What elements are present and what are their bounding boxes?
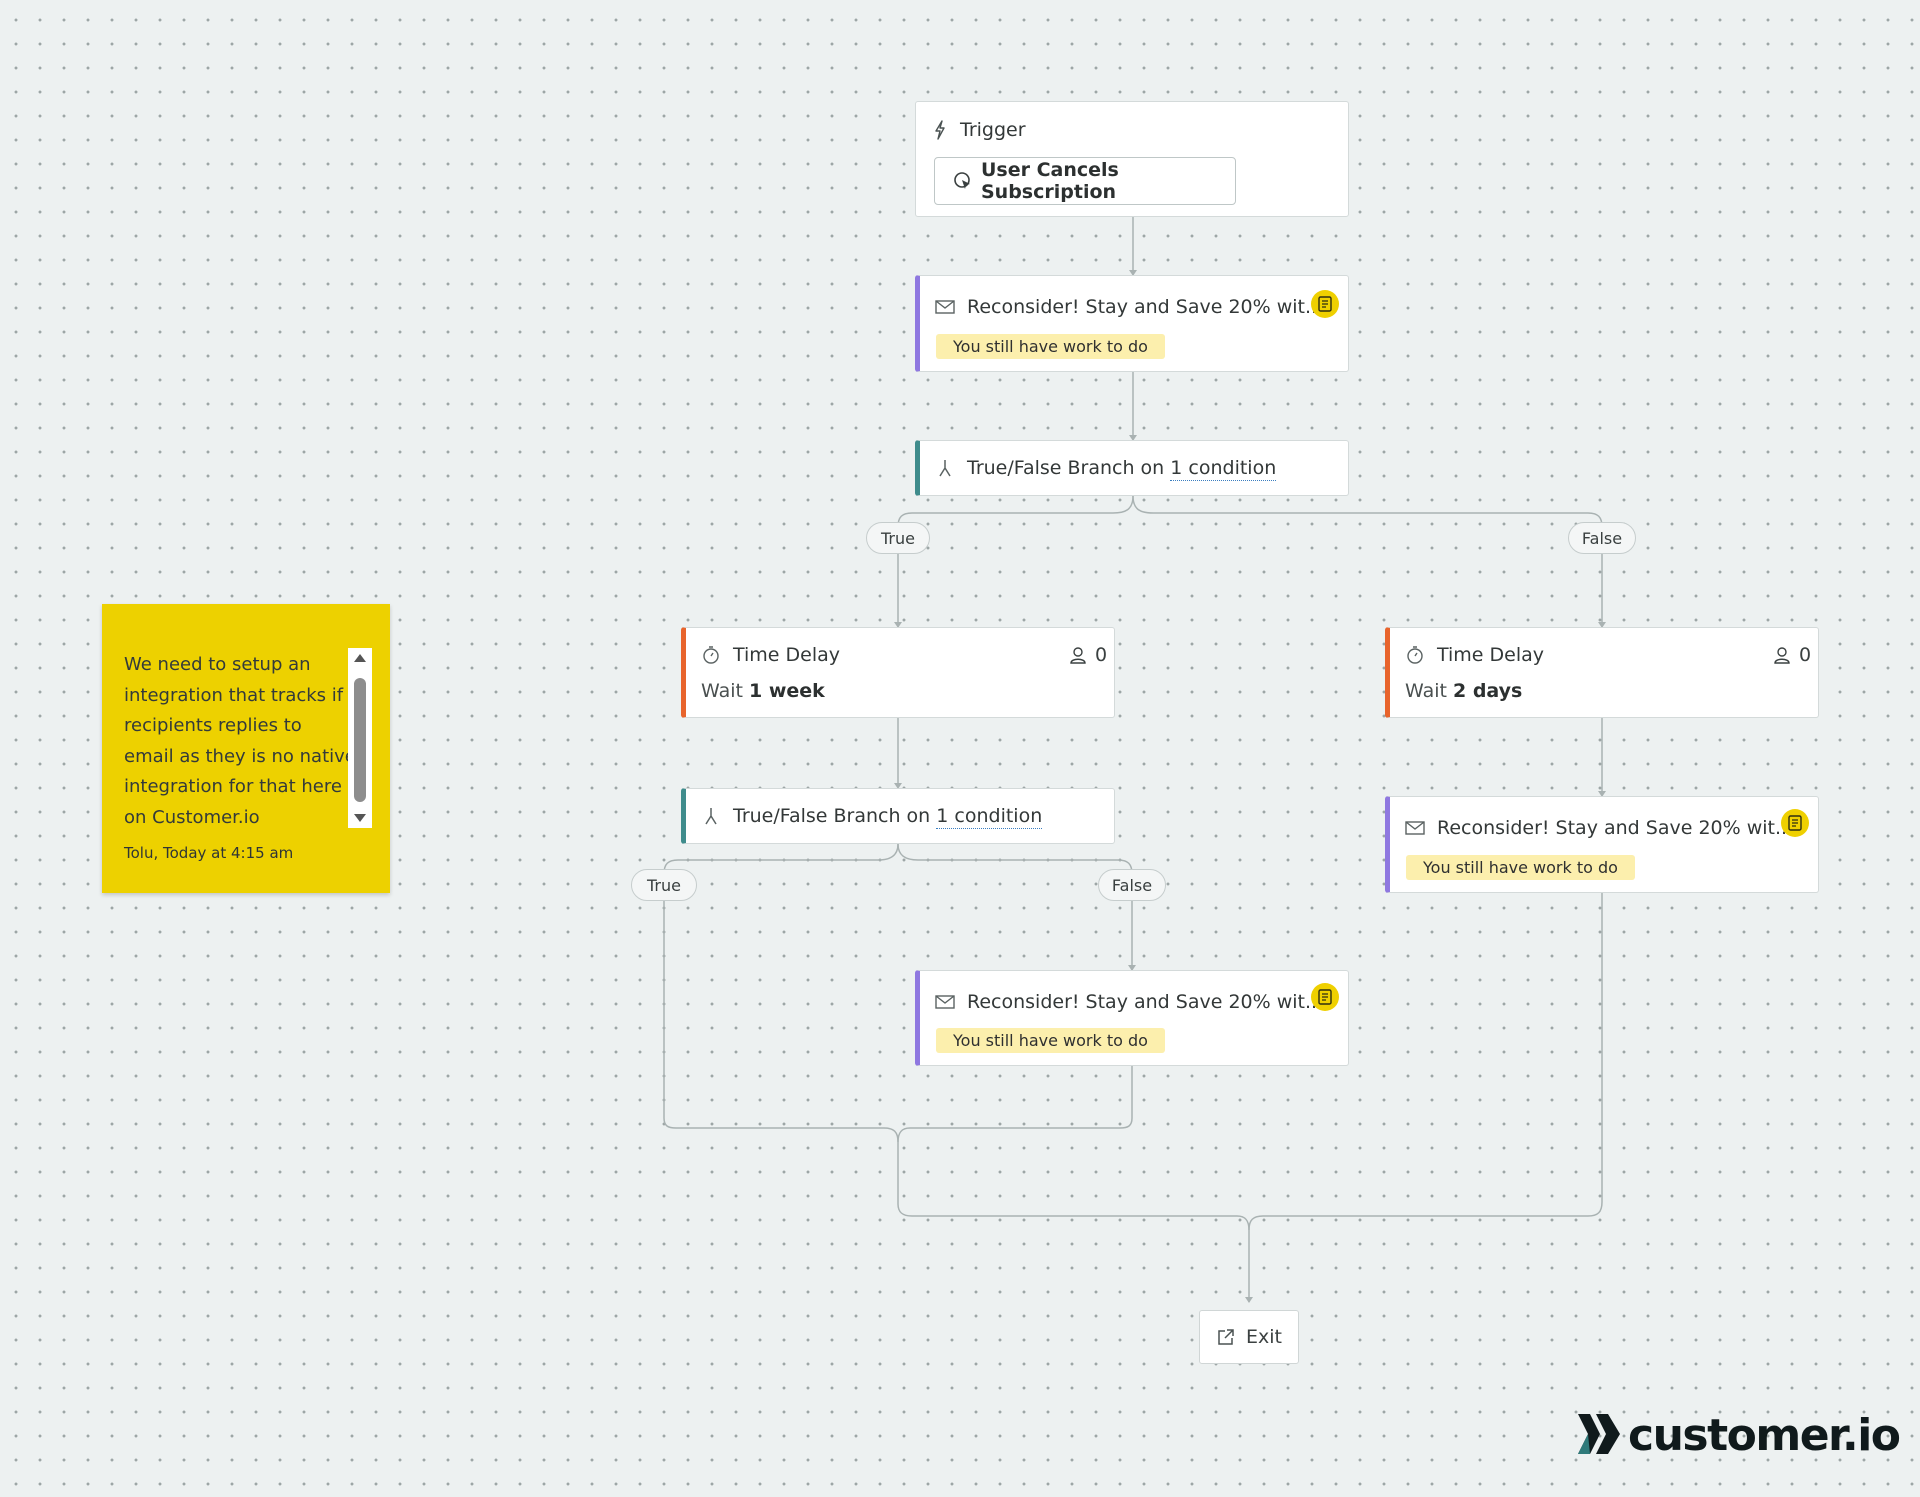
document-icon[interactable] <box>1311 983 1339 1011</box>
branch-label: True/False Branch on 1 condition <box>967 457 1277 481</box>
workflow-canvas[interactable]: Trigger User Cancels Subscription Recons… <box>0 0 1920 1497</box>
trigger-card[interactable]: Trigger User Cancels Subscription <box>915 101 1349 217</box>
branch-false-label: False <box>1098 869 1166 901</box>
envelope-icon <box>1405 818 1425 838</box>
branch-icon <box>701 806 721 826</box>
cursor-click-icon <box>953 171 973 191</box>
sticky-note-scrollbar[interactable] <box>348 648 372 828</box>
exit-node[interactable]: Exit <box>1199 1310 1299 1364</box>
sticky-note[interactable]: We need to setup an integration that tra… <box>102 604 390 893</box>
trigger-label: Trigger <box>960 119 1026 141</box>
branch-card[interactable]: True/False Branch on 1 condition <box>915 440 1349 496</box>
scroll-thumb[interactable] <box>354 678 366 802</box>
envelope-icon <box>935 297 955 317</box>
email-subject: Reconsider! Stay and Save 20% wit... <box>967 991 1324 1013</box>
branch-icon <box>935 458 955 478</box>
customerio-chevrons-icon <box>1576 1412 1622 1460</box>
people-count-value: 0 <box>1095 644 1108 666</box>
condition-link[interactable]: 1 condition <box>1170 457 1277 481</box>
wait-duration: Wait 2 days <box>1405 680 1523 702</box>
people-count-value: 0 <box>1799 644 1812 666</box>
status-badge: You still have work to do <box>936 334 1165 359</box>
trigger-event-label: User Cancels Subscription <box>981 159 1119 203</box>
scroll-down-icon[interactable] <box>354 814 366 822</box>
trigger-event-button[interactable]: User Cancels Subscription <box>934 157 1236 205</box>
envelope-icon <box>935 992 955 1012</box>
person-icon <box>1068 645 1088 665</box>
stopwatch-icon <box>1405 645 1425 665</box>
branch-true-label: True <box>631 869 697 901</box>
time-delay-card[interactable]: Time Delay 0 Wait 1 week <box>681 627 1115 718</box>
email-subject: Reconsider! Stay and Save 20% wit... <box>1437 817 1794 839</box>
email-card[interactable]: Reconsider! Stay and Save 20% wit... You… <box>915 970 1349 1066</box>
email-card[interactable]: Reconsider! Stay and Save 20% wit... You… <box>915 275 1349 372</box>
stopwatch-icon <box>701 645 721 665</box>
scroll-up-icon[interactable] <box>354 654 366 662</box>
sticky-note-author: Tolu, Today at 4:15 am <box>124 844 294 862</box>
logo-wordmark: customer.io <box>1628 1410 1901 1461</box>
branch-label: True/False Branch on 1 condition <box>733 805 1043 829</box>
email-subject: Reconsider! Stay and Save 20% wit... <box>967 296 1324 318</box>
branch-false-label: False <box>1568 522 1636 554</box>
lightning-icon <box>930 120 950 140</box>
customerio-logo: customer.io <box>1576 1410 1901 1461</box>
time-delay-card[interactable]: Time Delay 0 Wait 2 days <box>1385 627 1819 718</box>
person-icon <box>1772 645 1792 665</box>
exit-label: Exit <box>1246 1326 1282 1348</box>
condition-link[interactable]: 1 condition <box>936 805 1043 829</box>
document-icon[interactable] <box>1311 290 1339 318</box>
time-delay-title: Time Delay <box>733 644 841 666</box>
status-badge: You still have work to do <box>936 1028 1165 1053</box>
status-badge: You still have work to do <box>1406 855 1635 880</box>
document-icon[interactable] <box>1781 809 1809 837</box>
branch-card[interactable]: True/False Branch on 1 condition <box>681 788 1115 844</box>
time-delay-title: Time Delay <box>1437 644 1545 666</box>
people-count: 0 <box>1772 644 1811 666</box>
wait-duration: Wait 1 week <box>701 680 825 702</box>
branch-true-label: True <box>866 522 930 554</box>
external-link-icon <box>1216 1327 1236 1347</box>
sticky-note-text[interactable]: We need to setup an integration that tra… <box>124 650 356 826</box>
email-card[interactable]: Reconsider! Stay and Save 20% wit... You… <box>1385 796 1819 893</box>
people-count: 0 <box>1068 644 1107 666</box>
